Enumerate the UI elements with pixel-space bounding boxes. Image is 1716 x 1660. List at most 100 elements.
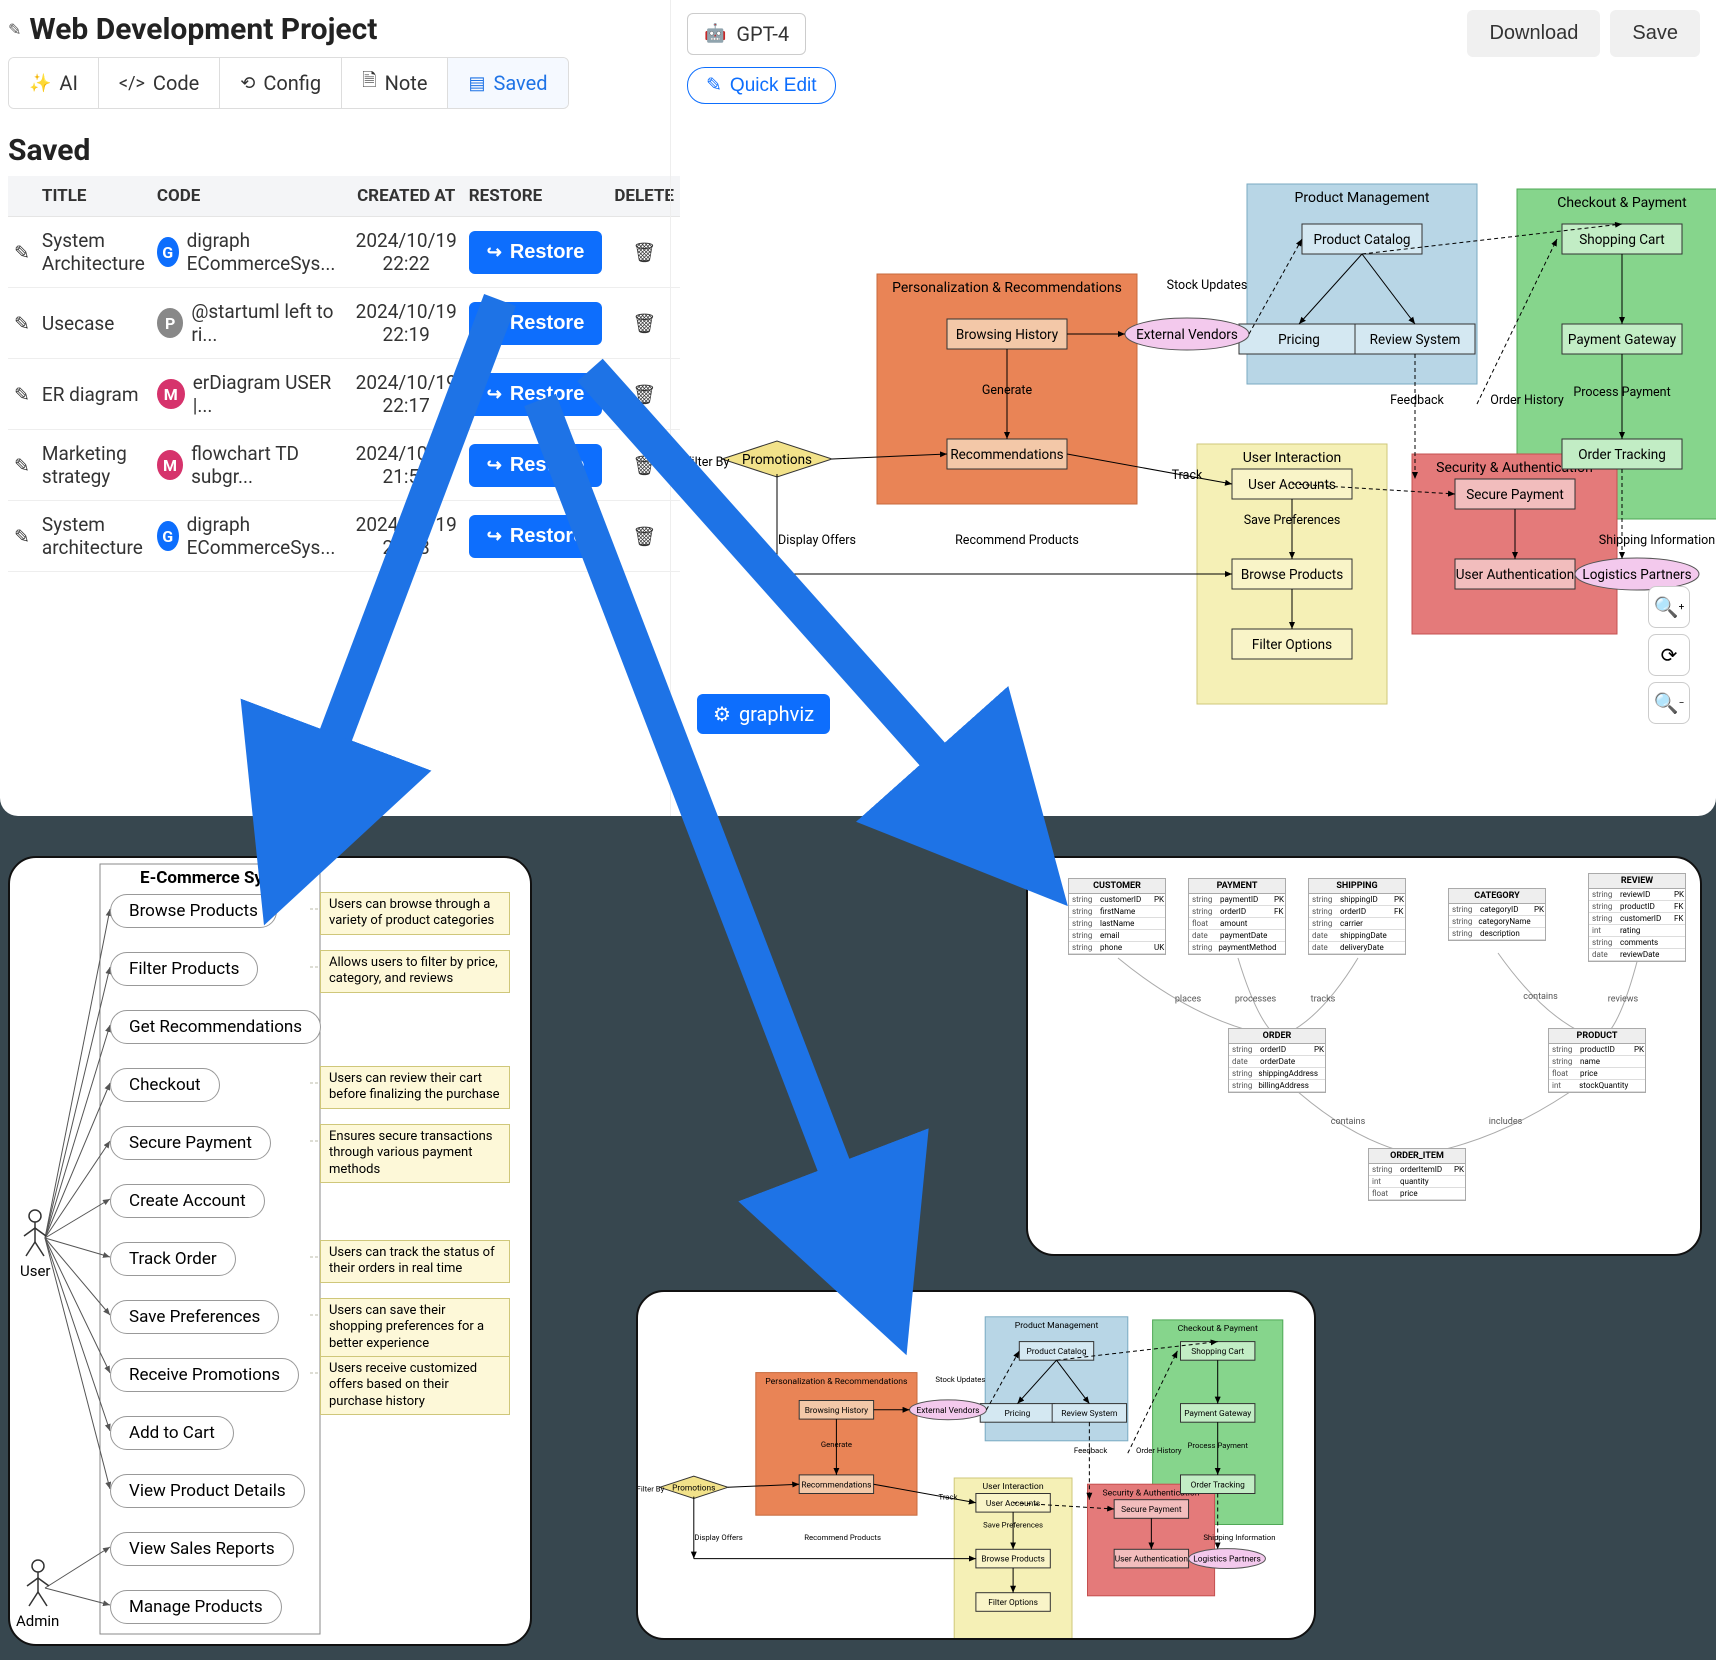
er-table: ORDER_ITEMstringorderItemIDPKintquantity…	[1368, 1148, 1466, 1201]
svg-text:Personalization & Recommendati: Personalization & Recommendations	[892, 280, 1122, 296]
code-preview: digraph ECommerceSys...	[187, 513, 344, 559]
tab-label: AI	[59, 71, 78, 95]
svg-text:Shopping Cart: Shopping Cart	[1191, 1347, 1244, 1357]
diagram-canvas[interactable]: Personalization & Recommendations Product…	[687, 104, 1700, 744]
actor-user: User	[20, 1208, 51, 1280]
preview-system-arch: Personalization & RecommendationsProduct…	[636, 1290, 1316, 1640]
svg-text:Save Preferences: Save Preferences	[983, 1521, 1043, 1530]
svg-text:Secure Payment: Secure Payment	[1121, 1505, 1182, 1515]
svg-text:External Vendors: External Vendors	[917, 1406, 980, 1416]
zoom-reset-button[interactable]: ⟳	[1648, 634, 1690, 676]
svg-text:Stock Updates: Stock Updates	[935, 1375, 985, 1384]
code-type-badge: G	[157, 521, 179, 551]
code-preview: digraph ECommerceSys...	[187, 229, 344, 275]
svg-text:Feedback: Feedback	[1074, 1446, 1107, 1455]
robot-icon: 🤖	[704, 23, 726, 44]
usecase-node: Get Recommendations	[110, 1010, 321, 1044]
usecase-note: Users can save their shopping preference…	[320, 1298, 510, 1357]
table-row: ✎ Usecase P @startuml left to ri... 2024…	[8, 288, 680, 359]
svg-text:Process Payment: Process Payment	[1573, 385, 1670, 400]
svg-text:Product Catalog: Product Catalog	[1314, 232, 1411, 248]
tab-config[interactable]: ⟲ Config	[220, 58, 342, 108]
svg-text:User Authentication: User Authentication	[1456, 567, 1574, 583]
restore-icon: ↪	[487, 526, 502, 547]
table-row: ✎ System architecture G digraph ECommerc…	[8, 501, 680, 572]
created-at: 2024/10/1922:19	[350, 288, 463, 359]
code-preview: @startuml left to ri...	[191, 300, 343, 346]
svg-text:Product Management: Product Management	[1295, 190, 1430, 206]
svg-text:Filter Options: Filter Options	[988, 1598, 1038, 1608]
svg-text:Save Preferences: Save Preferences	[1244, 513, 1341, 528]
created-at: 2024/10/1922:22	[350, 217, 463, 288]
svg-text:Payment Gateway: Payment Gateway	[1568, 332, 1677, 348]
usecase-node: Receive Promotions	[110, 1358, 299, 1392]
engine-badge: ⚙ graphviz	[697, 694, 830, 734]
row-title: Marketing strategy	[36, 430, 151, 501]
edit-row-icon[interactable]: ✎	[8, 288, 36, 359]
usecase-node: Checkout	[110, 1068, 220, 1102]
svg-text:Recommendations: Recommendations	[950, 447, 1063, 463]
zoom-out-button[interactable]: 🔍−	[1648, 682, 1690, 724]
svg-text:Recommend Products: Recommend Products	[804, 1533, 881, 1542]
edit-row-icon[interactable]: ✎	[8, 359, 36, 430]
row-title: System architecture	[36, 501, 151, 572]
code-type-badge: M	[157, 450, 183, 480]
sparkle-icon: ✨	[29, 73, 51, 94]
usecase-node: Manage Products	[110, 1590, 282, 1624]
save-button[interactable]: Save	[1610, 10, 1700, 57]
restore-button[interactable]: ↪ Restore	[469, 373, 603, 416]
svg-text:Recommend Products: Recommend Products	[955, 533, 1079, 548]
restore-button[interactable]: ↪ Restore	[469, 302, 603, 345]
code-preview: flowchart TD subgr...	[191, 442, 344, 488]
svg-text:Order History: Order History	[1136, 1446, 1182, 1455]
quick-edit-button[interactable]: ✎ Quick Edit	[687, 67, 836, 104]
col-title: TITLE	[36, 176, 151, 217]
col-restore: RESTORE	[463, 176, 609, 217]
svg-text:Display Offers: Display Offers	[694, 1533, 742, 1542]
note-icon: 🗎	[362, 68, 376, 98]
restore-icon: ↪	[487, 313, 502, 334]
edit-title-icon[interactable]: ✎	[8, 20, 21, 39]
svg-text:Payment Gateway: Payment Gateway	[1184, 1409, 1251, 1419]
svg-text:Promotions: Promotions	[672, 1483, 715, 1493]
table-row: ✎ System Architecture G digraph ECommerc…	[8, 217, 680, 288]
saved-heading: Saved	[8, 133, 662, 168]
svg-text:Process Payment: Process Payment	[1188, 1441, 1249, 1450]
preview-er: placesprocessestrackscontainsreviewscont…	[1026, 856, 1702, 1256]
svg-text:Pricing: Pricing	[1005, 1409, 1031, 1419]
usecase-node: Track Order	[110, 1242, 236, 1276]
created-at: 2024/10/1922:17	[350, 359, 463, 430]
download-button[interactable]: Download	[1467, 10, 1600, 57]
er-table: REVIEWstringreviewIDPKstringproductIDFKs…	[1588, 873, 1686, 962]
edit-row-icon[interactable]: ✎	[8, 430, 36, 501]
pencil-icon: ✎	[706, 74, 722, 97]
restore-button[interactable]: ↪ Restore	[469, 444, 603, 487]
edit-row-icon[interactable]: ✎	[8, 217, 36, 288]
tab-label: Note	[385, 71, 428, 95]
row-title: ER diagram	[36, 359, 151, 430]
tab-code[interactable]: </> Code	[99, 58, 220, 108]
model-selector[interactable]: 🤖 GPT-4	[687, 13, 806, 55]
app-title: Web Development Project	[29, 12, 377, 47]
svg-text:Filter Options: Filter Options	[1252, 637, 1332, 653]
restore-icon: ↪	[487, 242, 502, 263]
code-icon: </>	[119, 73, 145, 94]
usecase-node: Add to Cart	[110, 1416, 234, 1450]
usecase-note: Users can review their cart before final…	[320, 1066, 510, 1109]
svg-text:places: places	[1175, 995, 1202, 1005]
col-created: CREATED AT	[350, 176, 463, 217]
tab-ai[interactable]: ✨ AI	[9, 58, 99, 108]
restore-icon: ↪	[487, 384, 502, 405]
svg-text:Generate: Generate	[982, 383, 1033, 398]
col-code: CODE	[151, 176, 350, 217]
svg-text:Recommendations: Recommendations	[801, 1480, 871, 1490]
usecase-node: Browse Products	[110, 894, 277, 928]
zoom-in-button[interactable]: 🔍+	[1648, 586, 1690, 628]
usecase-node: Filter Products	[110, 952, 258, 986]
usecase-note: Users can browse through a variety of pr…	[320, 892, 510, 935]
restore-button[interactable]: ↪ Restore	[469, 231, 603, 274]
tab-saved[interactable]: ▤ Saved	[448, 58, 567, 108]
edit-row-icon[interactable]: ✎	[8, 501, 36, 572]
restore-button[interactable]: ↪ Restore	[469, 515, 603, 558]
tab-note[interactable]: 🗎 Note	[342, 58, 448, 108]
